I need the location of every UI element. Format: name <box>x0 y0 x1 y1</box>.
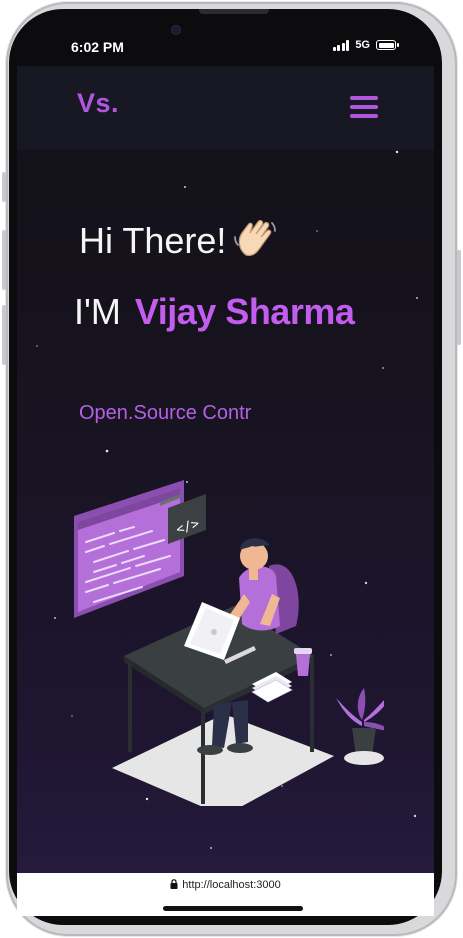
browser-address-bar: http://localhost:3000 <box>17 873 434 916</box>
address-bar-url[interactable]: http://localhost:3000 <box>17 879 434 891</box>
volume-down-button <box>2 305 6 365</box>
site-navbar: Vs. <box>17 66 434 150</box>
typewriter-role: Open.Source Contr <box>79 402 252 424</box>
mute-switch <box>2 172 6 202</box>
developer-at-desk-illustration: </> <box>74 480 384 806</box>
hero-name: Vijay Sharma <box>134 291 355 332</box>
status-indicators: 5G <box>332 39 399 51</box>
hero-greeting: Hi There! <box>79 219 278 268</box>
battery-icon <box>376 40 399 50</box>
web-page-viewport: Vs. Hi There! I'M Vijay Sharma Open.Sour… <box>17 66 434 873</box>
waving-hand-icon <box>234 219 278 268</box>
volume-up-button <box>2 230 6 290</box>
home-indicator[interactable] <box>163 906 303 911</box>
intro-prefix: I'M <box>74 291 121 332</box>
power-button <box>457 250 461 345</box>
status-time: 6:02 PM <box>71 39 124 55</box>
network-type: 5G <box>355 39 370 51</box>
site-logo[interactable]: Vs. <box>77 88 119 119</box>
hero-intro: I'M Vijay Sharma <box>74 291 355 333</box>
greeting-text: Hi There! <box>79 220 227 262</box>
lock-icon <box>170 879 178 889</box>
signal-strength-icon <box>332 39 350 51</box>
hamburger-menu-icon[interactable] <box>350 96 378 120</box>
url-text: http://localhost:3000 <box>182 879 281 891</box>
